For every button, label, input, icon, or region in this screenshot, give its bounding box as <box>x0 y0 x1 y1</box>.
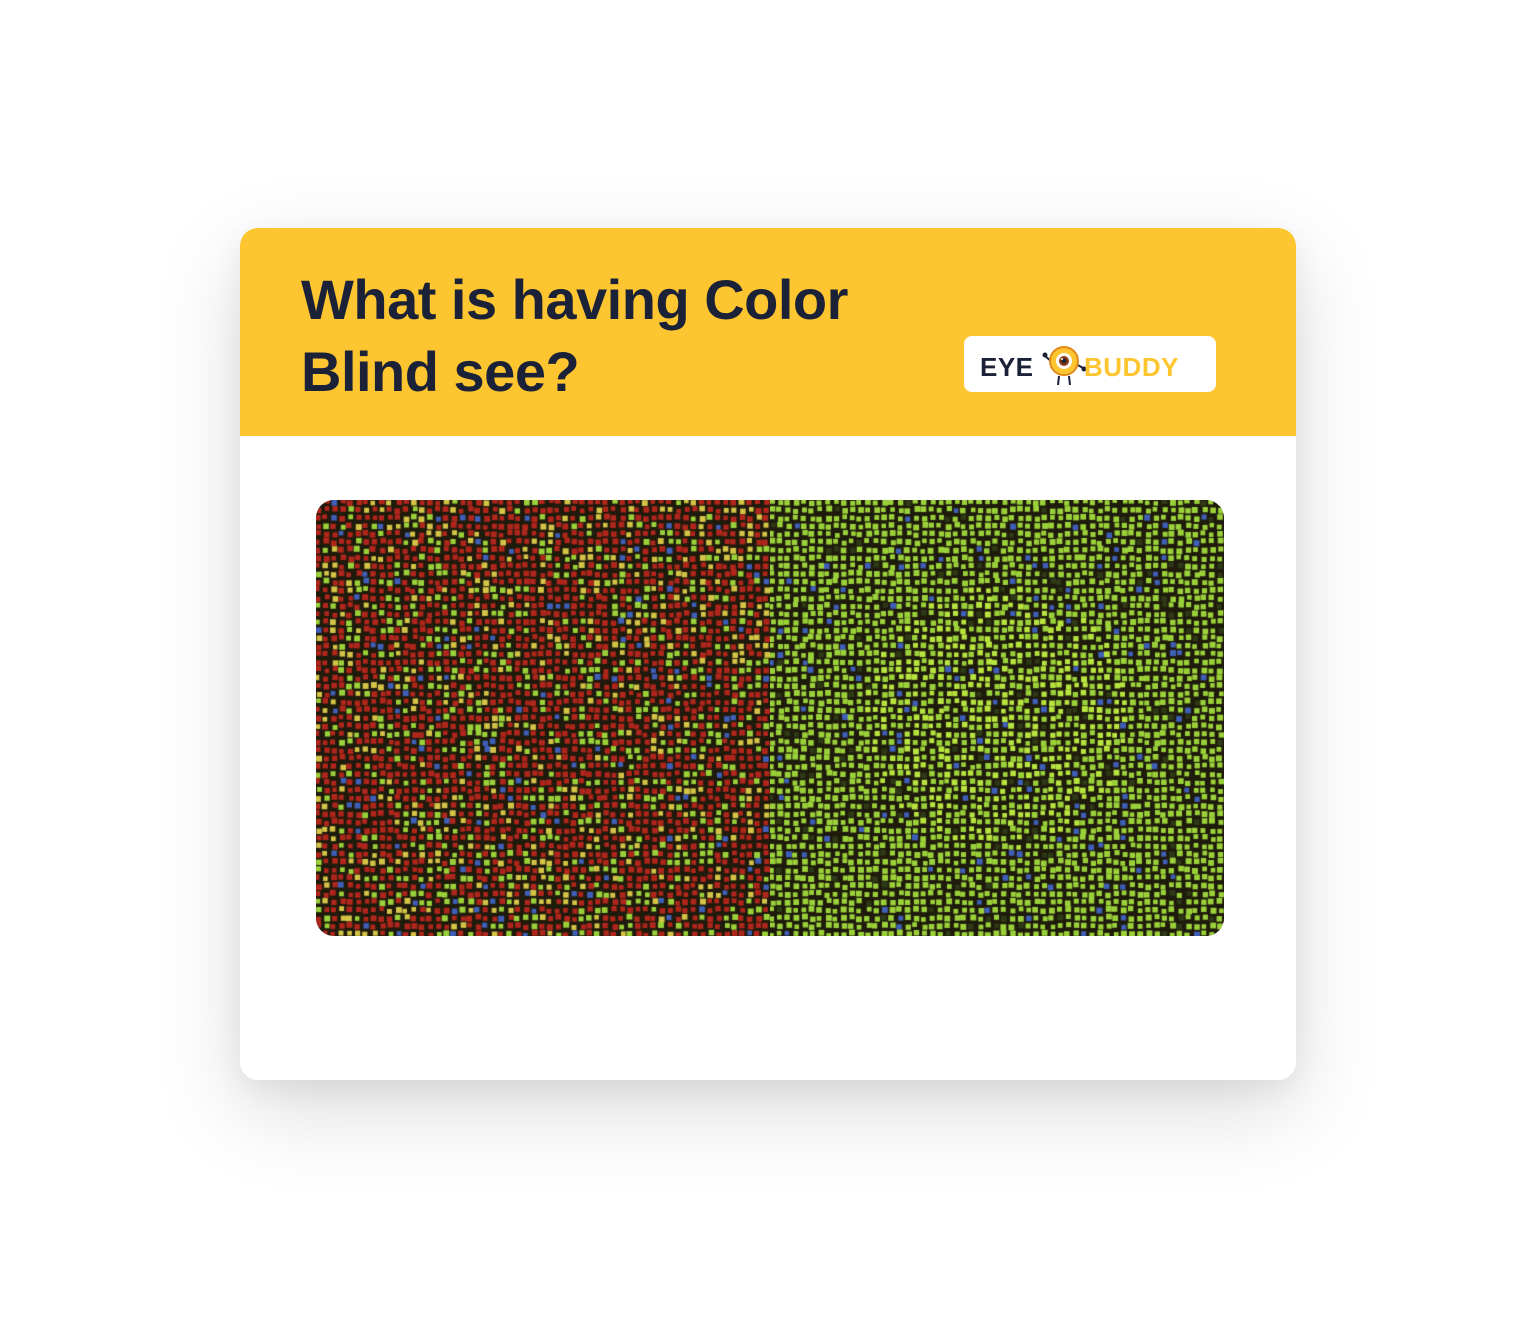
logo-eye-word: EYE <box>980 352 1034 382</box>
color-vision-test-plate-icon <box>316 500 770 936</box>
eye-buddy-logo: EYE BUDDY <box>964 336 1216 392</box>
logo-buddy-word: BUDDY <box>1084 352 1179 382</box>
eyeball-mascot-icon <box>1042 346 1086 386</box>
color-blind-view-plate-icon <box>770 500 1224 936</box>
card-header: What is having Color Blind see? EYE BUDD… <box>240 228 1296 436</box>
page-title: What is having Color Blind see? <box>301 268 848 403</box>
card: What is having Color Blind see? EYE BUDD… <box>240 228 1296 1080</box>
color-blindness-comparison-image <box>316 500 1224 936</box>
